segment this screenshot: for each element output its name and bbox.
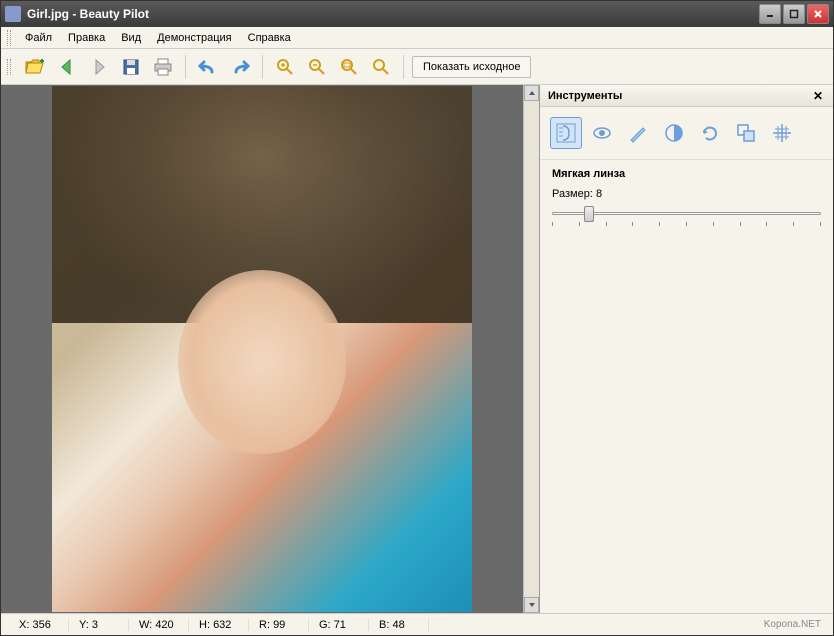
panel-body: [540, 240, 833, 613]
menu-view[interactable]: Вид: [113, 30, 149, 46]
section-title: Мягкая линза: [552, 168, 821, 180]
contrast-tool[interactable]: [658, 117, 690, 149]
size-label: Размер: 8: [552, 188, 821, 200]
window-title: Girl.jpg - Beauty Pilot: [27, 7, 759, 21]
rotate-tool[interactable]: [694, 117, 726, 149]
status-x: X: 356: [9, 619, 69, 631]
soft-lens-tool[interactable]: [550, 117, 582, 149]
panel-title: Инструменты: [548, 90, 811, 102]
redo-button[interactable]: [226, 53, 254, 81]
vertical-scrollbar[interactable]: [523, 85, 539, 613]
tools-panel: Инструменты ✕ Мягкая линза Размер: 8: [539, 85, 833, 613]
show-original-button[interactable]: Показать исходное: [412, 56, 531, 78]
size-slider[interactable]: [552, 204, 821, 228]
menu-demo[interactable]: Демонстрация: [149, 30, 240, 46]
resize-tool[interactable]: [730, 117, 762, 149]
status-y: Y: 3: [69, 619, 129, 631]
tool-options: Мягкая линза Размер: 8: [540, 160, 833, 240]
panel-header: Инструменты ✕: [540, 85, 833, 107]
zoom-fit-button[interactable]: [335, 53, 363, 81]
status-g: G: 71: [309, 619, 369, 631]
size-value: 8: [596, 188, 602, 200]
minimize-button[interactable]: [759, 4, 781, 24]
zoom-in-button[interactable]: [271, 53, 299, 81]
window-controls: [759, 4, 829, 24]
zoom-out-button[interactable]: [303, 53, 331, 81]
print-button[interactable]: [149, 53, 177, 81]
toolbar-separator: [185, 55, 186, 79]
crop-tool[interactable]: [766, 117, 798, 149]
toolbar-grip-icon[interactable]: [7, 59, 11, 75]
scroll-up-icon[interactable]: [524, 85, 539, 101]
menubar: Файл Правка Вид Демонстрация Справка: [1, 27, 833, 49]
toolbar: Показать исходное: [1, 49, 833, 85]
watermark: Kopona.NET: [764, 619, 825, 630]
slider-thumb[interactable]: [584, 206, 594, 222]
menu-file[interactable]: Файл: [17, 30, 60, 46]
toolbar-separator: [262, 55, 263, 79]
status-w: W: 420: [129, 619, 189, 631]
save-button[interactable]: [117, 53, 145, 81]
status-r: R: 99: [249, 619, 309, 631]
status-b: B: 48: [369, 619, 429, 631]
status-h: H: 632: [189, 619, 249, 631]
panel-close-icon[interactable]: ✕: [811, 89, 825, 103]
canvas-area[interactable]: [1, 85, 523, 613]
titlebar[interactable]: Girl.jpg - Beauty Pilot: [1, 1, 833, 27]
maximize-button[interactable]: [783, 4, 805, 24]
slider-ticks: [552, 222, 821, 228]
menu-edit[interactable]: Правка: [60, 30, 113, 46]
app-window: Girl.jpg - Beauty Pilot Файл Правка Вид …: [0, 0, 834, 636]
brush-tool[interactable]: [622, 117, 654, 149]
scroll-track[interactable]: [524, 101, 539, 597]
open-button[interactable]: [21, 53, 49, 81]
statusbar: X: 356 Y: 3 W: 420 H: 632 R: 99 G: 71 B:…: [1, 613, 833, 635]
image-canvas[interactable]: [52, 86, 472, 612]
eye-tool[interactable]: [586, 117, 618, 149]
forward-button[interactable]: [85, 53, 113, 81]
zoom-actual-button[interactable]: [367, 53, 395, 81]
toolbar-grip-icon[interactable]: [7, 30, 11, 46]
toolbar-separator: [403, 55, 404, 79]
undo-button[interactable]: [194, 53, 222, 81]
tool-palette: [540, 107, 833, 160]
scroll-down-icon[interactable]: [524, 597, 539, 613]
menu-help[interactable]: Справка: [240, 30, 299, 46]
close-button[interactable]: [807, 4, 829, 24]
back-button[interactable]: [53, 53, 81, 81]
content-area: Инструменты ✕ Мягкая линза Размер: 8: [1, 85, 833, 613]
app-icon: [5, 6, 21, 22]
